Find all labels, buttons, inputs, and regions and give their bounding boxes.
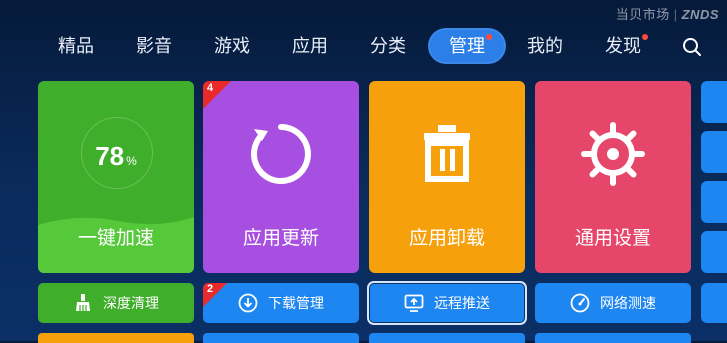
screen-push-icon — [404, 293, 424, 313]
side-tile[interactable] — [701, 231, 727, 273]
next-row-tile[interactable] — [535, 333, 691, 343]
one-click-speedup-tile[interactable]: 78% 一键加速 — [38, 81, 194, 273]
memory-percent: 78% — [38, 141, 194, 172]
refresh-icon — [246, 119, 316, 194]
nav-tab-label: 我的 — [527, 36, 563, 56]
nav-tab-label: 管理 — [449, 36, 485, 56]
tile-label: 应用卸载 — [408, 228, 485, 249]
network-speed-test-button[interactable]: 网络测速 — [535, 283, 691, 323]
side-tile[interactable] — [701, 131, 727, 173]
nav-tab-mine[interactable]: 我的 — [521, 28, 569, 64]
next-row-tile[interactable] — [203, 333, 359, 343]
nav-tab-manage[interactable]: 管理 — [428, 28, 506, 64]
button-label: 远程推送 — [434, 295, 490, 311]
nav-tab-label: 游戏 — [214, 36, 250, 56]
nav-tab-games[interactable]: 游戏 — [208, 28, 256, 64]
watermark-text: 当贝市场 — [615, 7, 670, 22]
tile-label: 一键加速 — [77, 228, 154, 249]
percent-value: 78 — [95, 141, 125, 171]
app-uninstall-tile[interactable]: 应用卸载 — [369, 81, 525, 273]
watermark: 当贝市场 | ZNDS — [616, 4, 719, 23]
speedometer-icon — [570, 293, 590, 313]
update-count-badge: 4 — [207, 82, 214, 94]
nav-tab-label: 精品 — [58, 36, 94, 56]
download-manager-button[interactable]: 2 下载管理 — [203, 283, 359, 323]
nav-tab-featured[interactable]: 精品 — [52, 28, 100, 64]
percent-unit: % — [126, 154, 137, 168]
side-tile[interactable] — [701, 81, 727, 123]
button-label: 网络测速 — [600, 295, 656, 311]
nav-tab-label: 影音 — [136, 36, 172, 56]
nav-tab-media[interactable]: 影音 — [130, 28, 178, 64]
button-label: 深度清理 — [103, 295, 159, 311]
general-settings-tile[interactable]: 通用设置 — [535, 81, 691, 273]
watermark-separator: | — [673, 7, 678, 22]
top-nav: 精品 影音 游戏 应用 分类 管理 我的 发现 — [0, 28, 727, 64]
notification-dot — [486, 34, 492, 40]
next-row-tile[interactable] — [369, 333, 525, 343]
search-icon[interactable] — [682, 37, 702, 57]
watermark-brand: ZNDS — [681, 7, 719, 22]
next-row-tile[interactable] — [38, 333, 194, 343]
notification-dot — [642, 34, 648, 40]
app-update-tile[interactable]: 4 应用更新 — [203, 81, 359, 273]
nav-tab-apps[interactable]: 应用 — [286, 28, 334, 64]
nav-tab-label: 应用 — [292, 36, 328, 56]
remote-push-button[interactable]: 远程推送 — [369, 283, 525, 323]
gear-icon — [578, 119, 648, 194]
download-icon — [238, 293, 258, 313]
nav-tab-categories[interactable]: 分类 — [364, 28, 412, 64]
button-label: 下载管理 — [268, 295, 324, 311]
nav-tab-label: 发现 — [605, 36, 641, 56]
trash-icon — [412, 119, 482, 194]
nav-tab-discover[interactable]: 发现 — [599, 28, 648, 64]
deep-clean-button[interactable]: 深度清理 — [38, 283, 194, 323]
nav-tab-label: 分类 — [370, 36, 406, 56]
side-tile[interactable] — [701, 283, 727, 323]
tile-label: 通用设置 — [574, 228, 651, 249]
side-tile[interactable] — [701, 181, 727, 223]
download-count-badge: 2 — [207, 283, 214, 295]
broom-icon — [73, 293, 93, 313]
tile-label: 应用更新 — [242, 228, 319, 249]
